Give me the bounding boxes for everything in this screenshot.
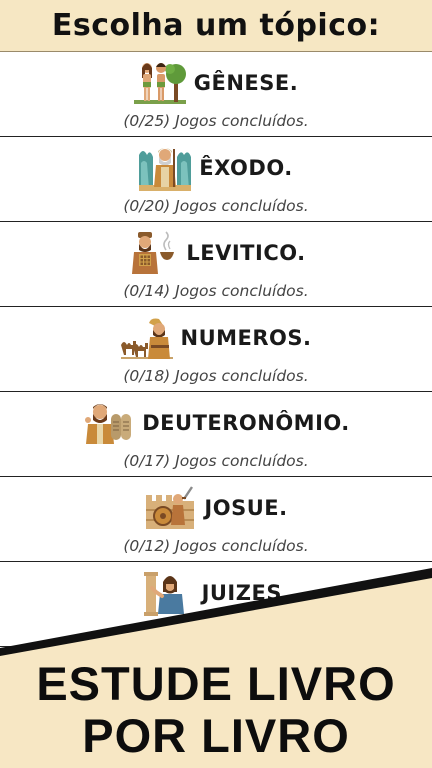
topic-progress: (0/ bbox=[205, 622, 227, 640]
topic-header: GÊNESE. bbox=[0, 60, 432, 106]
topic-item-judges[interactable]: JUIZES. (0/ bbox=[0, 562, 432, 647]
topic-progress: (0/25) Jogos concluídos. bbox=[123, 112, 309, 130]
topic-progress: (0/14) Jogos concluídos. bbox=[123, 282, 309, 300]
page-header: Escolha um tópico: bbox=[0, 0, 432, 52]
moses-tablets-icon bbox=[85, 404, 132, 444]
walls-of-jericho-icon bbox=[146, 486, 195, 529]
topic-header: LEVITICO. bbox=[0, 230, 432, 276]
adam-eve-icon bbox=[133, 63, 186, 104]
topic-title: JOSUE. bbox=[204, 496, 288, 520]
topic-title: LEVITICO. bbox=[186, 241, 306, 265]
topic-header: ÊXODO. bbox=[0, 145, 432, 191]
topic-header: DEUTERONÔMIO. bbox=[0, 400, 432, 446]
promo-banner-line2: POR LIVRO bbox=[82, 709, 350, 762]
topic-title: DEUTERONÔMIO. bbox=[142, 411, 350, 435]
topic-item-leviticus[interactable]: LEVITICO. (0/14) Jogos concluídos. bbox=[0, 222, 432, 307]
topic-title: GÊNESE. bbox=[193, 71, 299, 95]
topic-title: NUMEROS. bbox=[180, 326, 312, 350]
topic-progress: (0/12) Jogos concluídos. bbox=[123, 537, 309, 555]
promo-banner-line1: ESTUDE LIVRO bbox=[36, 657, 396, 710]
topic-header: NUMEROS. bbox=[0, 315, 432, 361]
topic-list: GÊNESE. (0/25) Jogos concluídos. ÊXODO. … bbox=[0, 52, 432, 647]
topic-item-numbers[interactable]: NUMEROS. (0/18) Jogos concluídos. bbox=[0, 307, 432, 392]
topic-progress: (0/18) Jogos concluídos. bbox=[123, 367, 309, 385]
moses-sea-icon bbox=[139, 148, 192, 191]
topic-header: JOSUE. bbox=[0, 485, 432, 531]
topic-title: ÊXODO. bbox=[199, 156, 293, 180]
topic-item-exodus[interactable]: ÊXODO. (0/20) Jogos concluídos. bbox=[0, 137, 432, 222]
topic-header: JUIZES. bbox=[0, 570, 432, 616]
topic-item-genesis[interactable]: GÊNESE. (0/25) Jogos concluídos. bbox=[0, 52, 432, 137]
topic-progress: (0/17) Jogos concluídos. bbox=[123, 452, 309, 470]
page-title: Escolha um tópico: bbox=[51, 8, 381, 43]
topic-progress: (0/20) Jogos concluídos. bbox=[123, 197, 309, 215]
topic-title: JUIZES. bbox=[201, 581, 291, 605]
priest-icon bbox=[132, 231, 175, 274]
topic-item-joshua[interactable]: JOSUE. (0/12) Jogos concluídos. bbox=[0, 477, 432, 562]
topic-item-deuteronomy[interactable]: DEUTERONÔMIO. (0/17) Jogos concluídos. bbox=[0, 392, 432, 477]
camel-caravan-icon bbox=[120, 318, 173, 359]
samson-pillar-icon bbox=[143, 572, 184, 616]
